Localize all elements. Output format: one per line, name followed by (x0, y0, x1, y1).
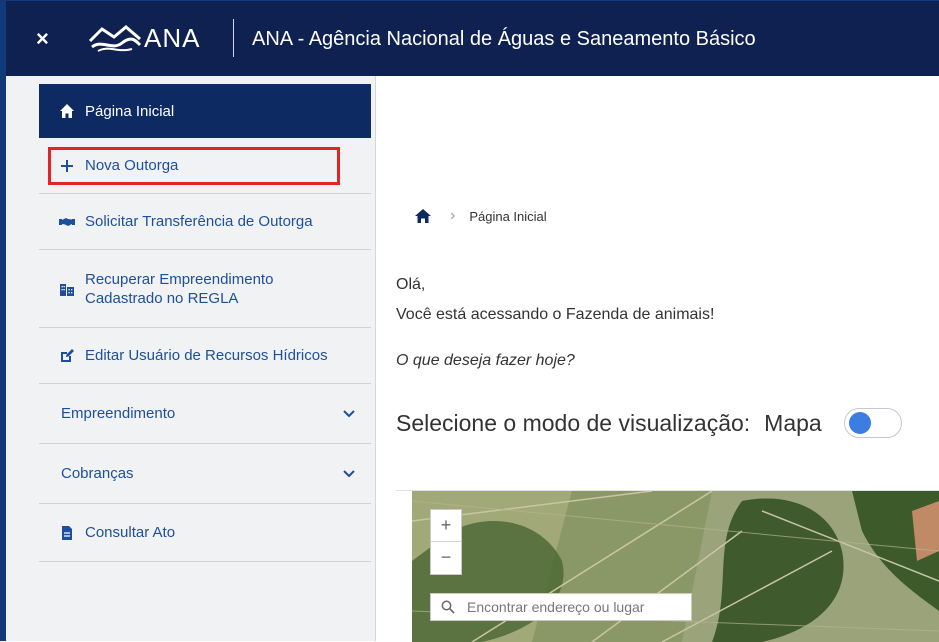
sidebar-item-recuperar-empreendimento[interactable]: Recuperar Empreendimento Cadastrado no R… (39, 250, 371, 328)
handshake-icon (59, 217, 75, 226)
sidebar-item-solicitar-transferencia[interactable]: Solicitar Transferência de Outorga (39, 194, 371, 250)
sidebar-item-label: Nova Outorga (85, 157, 179, 174)
greeting-text: Olá, (396, 276, 426, 293)
plus-icon (61, 159, 73, 172)
sidebar-item-editar-usuario[interactable]: Editar Usuário de Recursos Hídricos (39, 328, 371, 384)
sidebar-item-label: Cobranças (61, 465, 134, 482)
breadcrumb-current: Página Inicial (469, 208, 547, 224)
edit-icon (61, 348, 74, 362)
sidebar-item-label: Recuperar Empreendimento Cadastrado no R… (85, 270, 274, 307)
view-mode-value: Mapa (764, 409, 822, 436)
toggle-knob (848, 412, 871, 434)
close-button[interactable]: × (36, 23, 49, 55)
document-icon (62, 525, 72, 540)
zoom-controls: + − (430, 509, 462, 575)
sidebar-section-empreendimento[interactable]: Empreendimento (39, 384, 371, 444)
search-icon (441, 600, 455, 614)
app-title: ANA - Agência Nacional de Águas e Saneam… (252, 28, 756, 50)
sidebar: Página Inicial Nova Outorga Solicitar Tr… (0, 76, 376, 641)
logo-divider (233, 19, 234, 57)
home-icon[interactable] (414, 208, 432, 224)
zoom-in-button[interactable]: + (431, 510, 461, 542)
chevron-down-icon (343, 469, 355, 477)
home-icon (60, 104, 74, 118)
sidebar-item-label: Empreendimento (61, 405, 176, 422)
ana-logo-icon (88, 25, 142, 52)
view-mode-label: Selecione o modo de visualização: (396, 409, 751, 436)
sidebar-section-cobrancas[interactable]: Cobranças (39, 444, 371, 504)
sidebar-item-label: Solicitar Transferência de Outorga (85, 213, 313, 230)
map-search-input[interactable] (465, 598, 689, 616)
sidebar-item-label: Editar Usuário de Recursos Hídricos (85, 347, 328, 364)
zoom-out-button[interactable]: − (431, 542, 461, 573)
logo-text: ANA (144, 23, 201, 53)
sidebar-item-pagina-inicial[interactable]: Página Inicial (39, 84, 371, 138)
chevron-down-icon (343, 409, 355, 417)
sidebar-item-nova-outorga[interactable]: Nova Outorga (39, 138, 371, 194)
breadcrumb: › Página Inicial (414, 207, 547, 225)
map-search-box (430, 593, 692, 621)
buildings-icon (60, 283, 74, 296)
view-mode-row: Selecione o modo de visualização: Mapa (396, 408, 902, 438)
sidebar-item-label: Consultar Ato (85, 524, 176, 541)
sidebar-item-consultar-ato[interactable]: Consultar Ato (39, 504, 371, 562)
sidebar-item-label: Página Inicial (85, 102, 175, 120)
top-header: × ANA ANA - Agência Nacional de Águas e … (0, 0, 939, 76)
question-text: O que deseja fazer hoje? (396, 352, 575, 369)
map-view[interactable]: + − (396, 490, 939, 642)
chevron-right-icon: › (450, 207, 456, 224)
access-message: Você está acessando o Fazenda de animais… (396, 306, 715, 323)
view-mode-toggle[interactable] (843, 408, 902, 438)
